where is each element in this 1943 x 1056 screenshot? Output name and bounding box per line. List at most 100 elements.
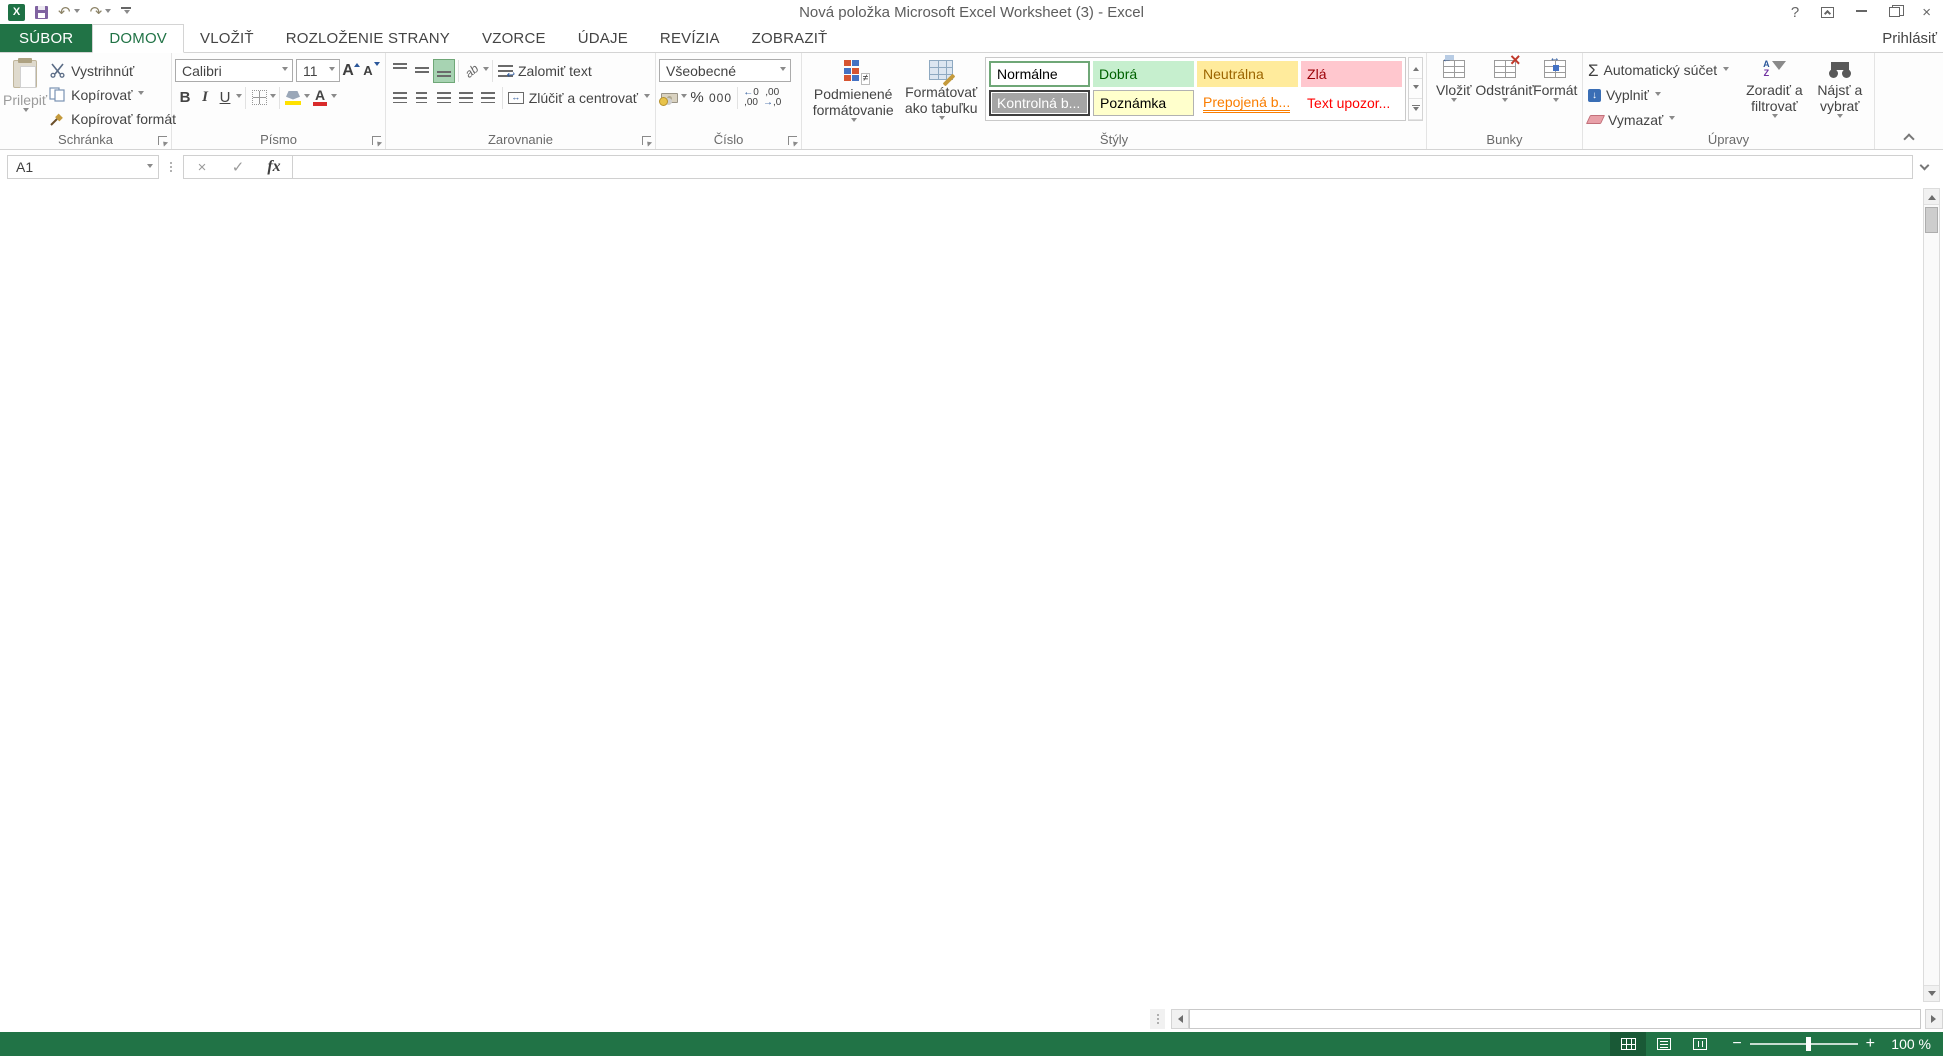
formula-bar-grip[interactable] <box>164 162 178 172</box>
conditional-dropdown-icon[interactable] <box>851 118 857 125</box>
italic-button[interactable]: I <box>195 86 215 110</box>
style-note[interactable]: Poznámka <box>1093 90 1194 116</box>
font-size-combo[interactable]: 11 <box>296 59 340 82</box>
worksheet-area[interactable] <box>0 184 1943 1008</box>
tab-page-layout[interactable]: ROZLOŽENIE STRANY <box>270 24 466 52</box>
collapse-ribbon-button[interactable] <box>1904 132 1913 141</box>
style-linked-cell[interactable]: Prepojená b... <box>1197 90 1298 116</box>
ribbon-display-options-button[interactable] <box>1821 7 1834 18</box>
merge-dropdown-icon[interactable] <box>644 94 650 101</box>
horizontal-scroll-track[interactable] <box>1189 1009 1921 1029</box>
font-dialog-launcher-icon[interactable] <box>372 136 381 145</box>
formula-input[interactable] <box>293 155 1913 179</box>
increase-font-button[interactable]: A <box>340 59 360 83</box>
format-table-dropdown-icon[interactable] <box>939 116 945 123</box>
normal-view-button[interactable] <box>1610 1032 1646 1056</box>
style-good[interactable]: Dobrá <box>1093 61 1194 87</box>
paste-button[interactable]: Prilepiť <box>3 57 47 133</box>
font-name-combo[interactable]: Calibri <box>175 59 293 82</box>
format-cells-button[interactable]: Formát <box>1532 57 1580 133</box>
fill-color-button[interactable] <box>283 86 303 110</box>
name-box[interactable]: A1 <box>7 155 159 179</box>
sort-filter-button[interactable]: AZ Zoradiť a filtrovať <box>1740 57 1808 133</box>
style-bad[interactable]: Zlá <box>1301 61 1402 87</box>
zoom-slider-thumb[interactable] <box>1806 1037 1811 1051</box>
format-painter-button[interactable]: Kopírovať formát <box>47 108 178 131</box>
tab-home[interactable]: DOMOV <box>92 24 184 53</box>
wrap-text-button[interactable]: Zalomiť text <box>496 59 594 83</box>
number-dialog-launcher-icon[interactable] <box>788 136 797 145</box>
minimize-button[interactable] <box>1856 9 1867 12</box>
undo-dropdown-icon[interactable] <box>74 9 80 16</box>
horizontal-scrollbar[interactable] <box>1150 1008 1921 1030</box>
find-select-button[interactable]: Nájsť a vybrať <box>1809 57 1871 133</box>
scroll-up-button[interactable] <box>1924 189 1939 205</box>
gallery-more-button[interactable] <box>1409 99 1422 120</box>
vertical-scrollbar[interactable] <box>1923 188 1940 1002</box>
restore-button[interactable] <box>1889 7 1900 17</box>
style-warning-text[interactable]: Text upozor... <box>1301 90 1402 116</box>
clipboard-dialog-launcher-icon[interactable] <box>158 136 167 145</box>
copy-dropdown-icon[interactable] <box>138 91 144 98</box>
page-layout-view-button[interactable] <box>1646 1032 1682 1056</box>
zoom-slider-track[interactable] <box>1750 1043 1858 1045</box>
delete-dropdown-icon[interactable] <box>1502 98 1508 105</box>
gallery-scroll-down-button[interactable] <box>1409 79 1422 100</box>
align-middle-button[interactable] <box>411 59 433 83</box>
insert-cells-button[interactable]: Vložiť <box>1430 57 1478 133</box>
zoom-in-button[interactable]: + <box>1866 1036 1875 1052</box>
scrollbar-resize-grip[interactable] <box>1150 1009 1165 1029</box>
insert-function-button[interactable]: fx <box>256 158 292 176</box>
format-as-table-button[interactable]: Formátovať ako tabuľku <box>901 57 981 133</box>
excel-app-icon[interactable]: X <box>8 4 25 21</box>
comma-style-button[interactable]: 000 <box>707 86 734 110</box>
align-top-button[interactable] <box>389 59 411 83</box>
style-neutral[interactable]: Neutrálna <box>1197 61 1298 87</box>
save-button[interactable] <box>35 6 48 19</box>
zoom-level-label[interactable]: 100 % <box>1885 1036 1931 1052</box>
clear-dropdown-icon[interactable] <box>1669 116 1675 123</box>
cut-button[interactable]: Vystrihnúť <box>47 59 178 82</box>
tab-review[interactable]: REVÍZIA <box>644 24 736 52</box>
formula-bar-expand-button[interactable] <box>1913 155 1935 179</box>
orientation-dropdown-icon[interactable] <box>483 67 489 74</box>
sort-filter-dropdown-icon[interactable] <box>1772 114 1778 121</box>
increase-indent-button[interactable] <box>477 86 499 110</box>
insert-dropdown-icon[interactable] <box>1451 98 1457 105</box>
paste-dropdown-icon[interactable] <box>23 108 29 115</box>
tab-view[interactable]: ZOBRAZIŤ <box>736 24 844 52</box>
autosum-dropdown-icon[interactable] <box>1723 67 1729 74</box>
delete-cells-button[interactable]: Odstrániť <box>1478 57 1532 133</box>
align-left-button[interactable] <box>389 86 411 110</box>
scroll-down-button[interactable] <box>1924 985 1939 1001</box>
enter-entry-button[interactable]: ✓ <box>220 158 256 176</box>
cancel-entry-button[interactable]: × <box>184 159 220 176</box>
copy-button[interactable]: Kopírovať <box>47 83 178 106</box>
fill-button[interactable]: ↓ Vyplniť <box>1586 84 1740 107</box>
accounting-format-button[interactable] <box>659 86 680 110</box>
name-box-dropdown-button[interactable] <box>140 156 158 178</box>
alignment-dialog-launcher-icon[interactable] <box>642 136 651 145</box>
scroll-right-button[interactable] <box>1925 1009 1943 1029</box>
customize-qat-button[interactable] <box>121 7 131 17</box>
undo-button[interactable]: ↶ <box>58 5 80 20</box>
tab-file[interactable]: SÚBOR <box>0 24 92 52</box>
increase-decimal-button[interactable]: ←0,00 <box>741 86 761 110</box>
style-check-cell[interactable]: Kontrolná b... <box>989 90 1090 116</box>
gallery-scroll-up-button[interactable] <box>1409 58 1422 79</box>
decrease-font-button[interactable]: A <box>360 59 380 83</box>
redo-button[interactable]: ↷ <box>90 5 112 20</box>
sign-in-button[interactable]: Prihlásiť <box>1882 24 1943 52</box>
font-color-dropdown-icon[interactable] <box>331 94 337 101</box>
fill-dropdown-icon[interactable] <box>1655 92 1661 99</box>
align-center-button[interactable] <box>411 86 433 110</box>
page-break-view-button[interactable] <box>1682 1032 1718 1056</box>
format-dropdown-icon[interactable] <box>1553 98 1559 105</box>
orientation-button[interactable]: ab <box>462 59 482 83</box>
merge-center-button[interactable]: ↔ Zlúčiť a centrovať <box>506 86 652 110</box>
style-normal[interactable]: Normálne <box>989 61 1090 87</box>
align-right-button[interactable] <box>433 86 455 110</box>
font-color-button[interactable]: A <box>310 86 330 110</box>
find-select-dropdown-icon[interactable] <box>1837 114 1843 121</box>
decrease-indent-button[interactable] <box>455 86 477 110</box>
